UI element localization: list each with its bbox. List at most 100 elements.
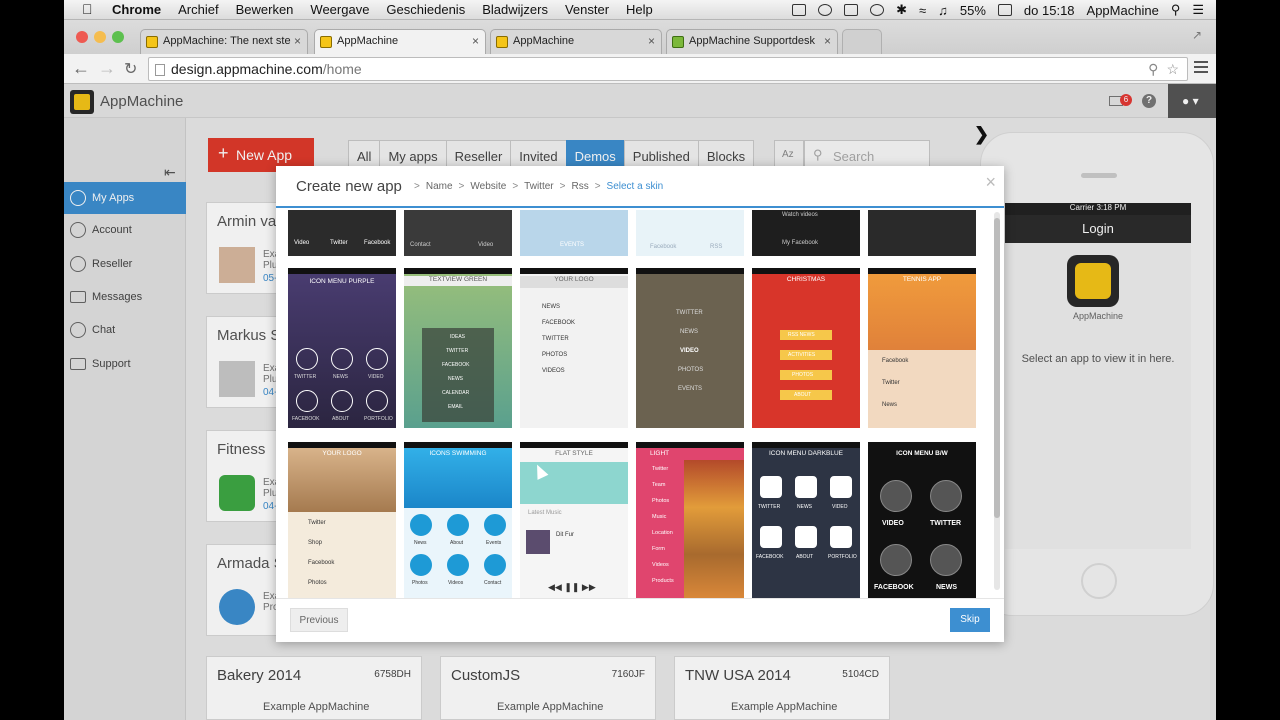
skin-title: CHRISTMAS bbox=[786, 276, 826, 283]
skip-button[interactable]: Skip bbox=[950, 608, 990, 632]
bluetooth-icon[interactable]: ✱ bbox=[896, 2, 907, 18]
menu-geschiedenis[interactable]: Geschiedenis bbox=[386, 2, 465, 17]
minimize-window-button[interactable] bbox=[94, 31, 106, 43]
skin-label: PHOTOS bbox=[542, 352, 568, 358]
skin-title: Light bbox=[650, 450, 670, 457]
skin-tile[interactable]: Watch videos My Facebook bbox=[752, 210, 860, 256]
timemachine-icon[interactable] bbox=[870, 4, 885, 16]
menu-bewerken[interactable]: Bewerken bbox=[236, 2, 294, 17]
clock[interactable]: do 15:18 bbox=[1024, 3, 1075, 18]
player-controls-icon: ◀◀ ❚❚ ▶▶ bbox=[548, 582, 596, 592]
skin-tile[interactable]: Facebook RSS bbox=[636, 210, 744, 256]
battery-icon[interactable] bbox=[997, 4, 1012, 16]
close-window-button[interactable] bbox=[76, 31, 88, 43]
rss-icon bbox=[410, 514, 432, 536]
tab-3[interactable]: AppMachine × bbox=[490, 29, 662, 54]
skin-tile[interactable]: Contact Video bbox=[404, 210, 512, 256]
fullscreen-icon[interactable]: ↗ bbox=[1192, 28, 1202, 42]
skin-label: IDEAS bbox=[450, 334, 466, 340]
skin-title: YOUR LOGO bbox=[520, 276, 628, 288]
skin-scrollbar[interactable] bbox=[994, 212, 1000, 590]
skin-label: TWITTER bbox=[446, 348, 469, 354]
step-select-skin[interactable]: Select a skin bbox=[607, 181, 664, 192]
close-tab-icon[interactable]: × bbox=[472, 34, 479, 48]
skin-photo bbox=[404, 448, 512, 508]
previous-button[interactable]: Previous bbox=[290, 608, 348, 632]
back-icon[interactable]: ← bbox=[72, 58, 90, 79]
skin-tile[interactable]: TEXTVIEW GREEN IDEAS TWITTER FACEBOOK NE… bbox=[404, 268, 512, 428]
menu-weergave[interactable]: Weergave bbox=[310, 2, 369, 17]
skin-label: RSS NEWS bbox=[788, 332, 815, 338]
step-website[interactable]: Website bbox=[470, 181, 506, 192]
close-tab-icon[interactable]: × bbox=[824, 34, 831, 48]
page-icon bbox=[155, 64, 165, 76]
skin-tile[interactable]: Video Twitter Facebook bbox=[288, 210, 396, 256]
scrollbar-thumb[interactable] bbox=[994, 218, 1000, 518]
skin-tile[interactable]: EVENTS bbox=[520, 210, 628, 256]
skin-label: VIDEO bbox=[680, 348, 699, 354]
tab-1[interactable]: AppMachine: The next ste × bbox=[140, 29, 308, 54]
step-rss[interactable]: Rss bbox=[571, 181, 588, 192]
new-tab-button[interactable] bbox=[842, 29, 882, 54]
skin-label: EMAIL bbox=[448, 404, 464, 410]
apple-icon[interactable]:  bbox=[82, 1, 93, 17]
reload-icon[interactable]: ↻ bbox=[124, 59, 137, 79]
camera-icon[interactable] bbox=[792, 4, 807, 16]
video-icon bbox=[880, 480, 912, 512]
evernote-icon[interactable] bbox=[818, 4, 833, 16]
skin-label: NEWS bbox=[333, 374, 348, 380]
menu-help[interactable]: Help bbox=[626, 2, 653, 17]
tab-2[interactable]: AppMachine × bbox=[314, 29, 486, 55]
notification-icon[interactable]: ☰ bbox=[1192, 2, 1204, 18]
menu-chrome[interactable]: Chrome bbox=[112, 2, 161, 17]
facebook-icon bbox=[880, 544, 912, 576]
wifi-icon[interactable]: ≈ bbox=[919, 3, 926, 18]
skin-label: Products bbox=[652, 578, 674, 584]
forward-icon[interactable]: → bbox=[98, 58, 116, 79]
skin-label: TWITTER bbox=[294, 374, 317, 380]
skin-title: ICON MENU B/W bbox=[896, 450, 948, 457]
skin-tile[interactable]: YOUR LOGO NEWS FACEBOOK TWITTER PHOTOS V… bbox=[520, 268, 628, 428]
close-icon[interactable]: × bbox=[985, 172, 996, 193]
menu-bladwijzers[interactable]: Bladwijzers bbox=[482, 2, 548, 17]
battery-percent[interactable]: 55% bbox=[960, 3, 986, 18]
skin-label: VIDEOS bbox=[542, 368, 565, 374]
menubar-status: ✱ ≈ ♫ 55% do 15:18 AppMachine ⚲ ☰ bbox=[792, 2, 1204, 18]
skin-label: Facebook bbox=[882, 358, 909, 364]
skin-label: Dit Fur bbox=[556, 532, 574, 538]
zoom-window-button[interactable] bbox=[112, 31, 124, 43]
menu-venster[interactable]: Venster bbox=[565, 2, 609, 17]
skin-label: Facebook bbox=[364, 240, 391, 246]
skin-tile[interactable] bbox=[868, 210, 976, 256]
skin-tile[interactable]: CHRISTMAS RSS NEWS ACTIVITIES PHOTOS ABO… bbox=[752, 268, 860, 428]
url-input[interactable]: design.appmachine.com/home ⚲ ☆ bbox=[148, 57, 1188, 81]
skin-tile[interactable]: ICON MENU PURPLE TWITTER NEWS VIDEO FACE… bbox=[288, 268, 396, 428]
skin-tile[interactable]: Your logo Twitter Shop Facebook Photos bbox=[288, 442, 396, 598]
zoom-search-icon[interactable]: ⚲ bbox=[1148, 61, 1158, 78]
skin-label: News bbox=[414, 540, 427, 546]
step-name[interactable]: Name bbox=[426, 181, 453, 192]
skin-tile[interactable]: ICONS SWIMMING News About Events Photos … bbox=[404, 442, 512, 598]
step-twitter[interactable]: Twitter bbox=[524, 181, 553, 192]
chrome-menu-icon[interactable] bbox=[1194, 61, 1208, 76]
skin-tile[interactable]: TWITTER NEWS VIDEO PHOTOS EVENTS bbox=[636, 268, 744, 428]
skin-label: ABOUT bbox=[794, 392, 812, 398]
skin-tile[interactable]: Tennis app Facebook Twitter News bbox=[868, 268, 976, 428]
camera-icon bbox=[830, 526, 852, 548]
skin-label: EVENTS bbox=[560, 242, 585, 248]
menubar-user[interactable]: AppMachine bbox=[1087, 3, 1159, 18]
tab-4[interactable]: AppMachine Supportdesk × bbox=[666, 29, 838, 54]
volume-icon[interactable]: ♫ bbox=[938, 3, 948, 18]
airplay-icon[interactable] bbox=[844, 4, 859, 16]
skin-tile[interactable]: Icon menu DarkBlue TWITTER NEWS VIDEO FA… bbox=[752, 442, 860, 598]
bookmark-star-icon[interactable]: ☆ bbox=[1166, 61, 1179, 78]
skin-tile[interactable]: ICON MENU B/W VIDEO TWITTER FACEBOOK NEW… bbox=[868, 442, 976, 598]
skin-tile[interactable]: Light Twitter Team Photos Music Location… bbox=[636, 442, 744, 598]
info-icon bbox=[331, 390, 353, 412]
close-tab-icon[interactable]: × bbox=[648, 34, 655, 48]
spotlight-icon[interactable]: ⚲ bbox=[1171, 2, 1181, 18]
close-tab-icon[interactable]: × bbox=[294, 34, 301, 48]
menu-archief[interactable]: Archief bbox=[178, 2, 218, 17]
skin-label: Latest Music bbox=[528, 510, 562, 516]
facebook-icon bbox=[296, 390, 318, 412]
